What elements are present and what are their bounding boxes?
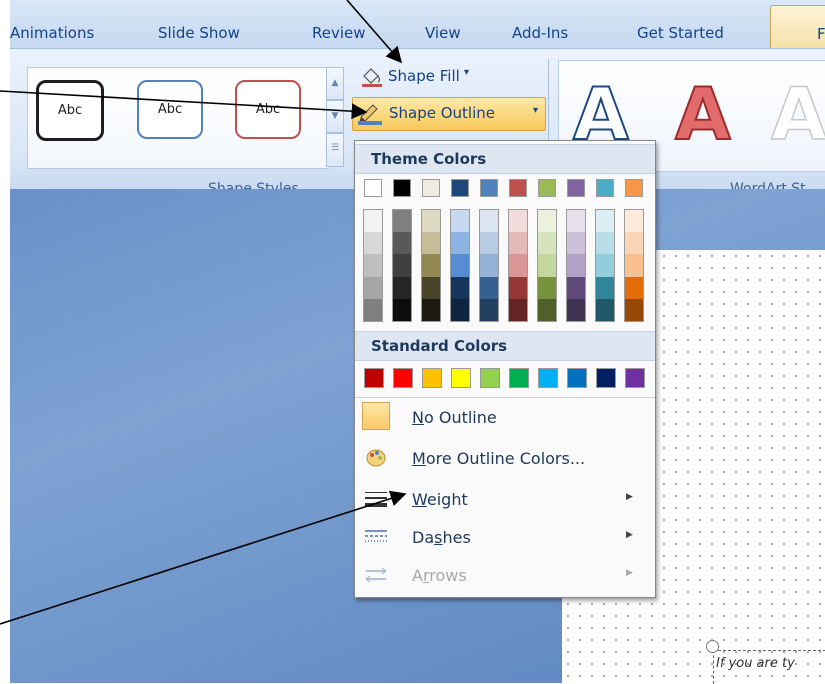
- annotation-arrows: [0, 0, 407, 625]
- annotation-arrow: [0, 490, 407, 625]
- annotation-arrow: [0, 90, 368, 120]
- annotation-arrow: [346, 0, 403, 64]
